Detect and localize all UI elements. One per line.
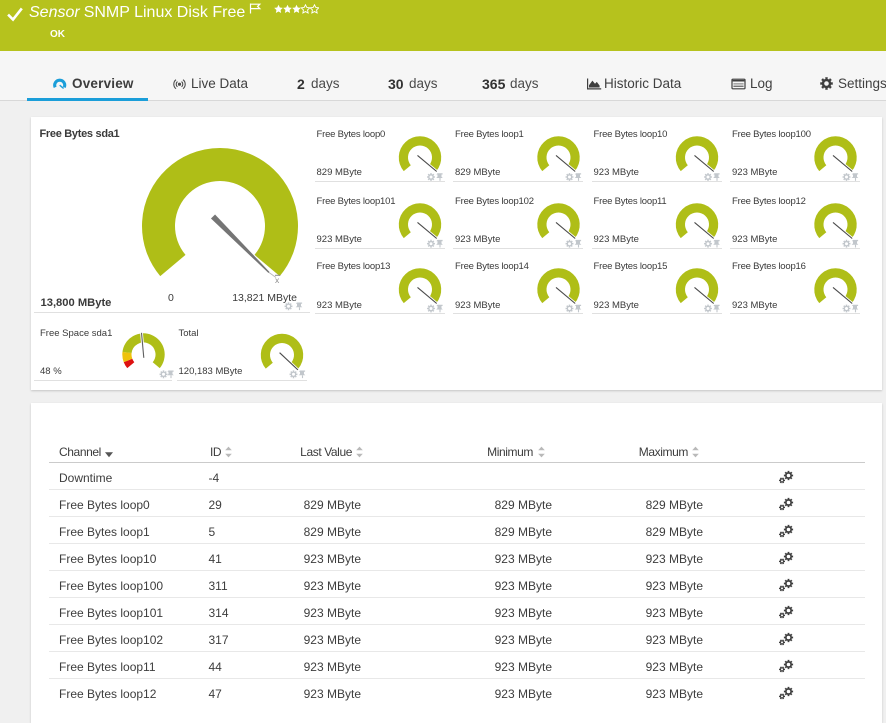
svg-text:x: x <box>275 275 280 285</box>
